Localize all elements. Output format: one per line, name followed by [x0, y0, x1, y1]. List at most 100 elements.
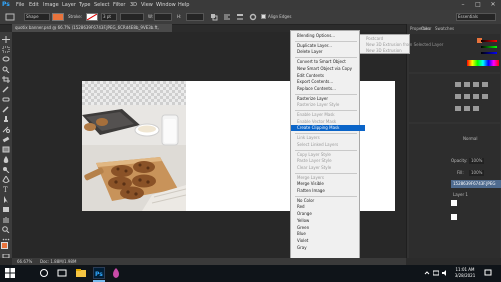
- context-menu-item-merge-layers[interactable]: Merge Layers: [297, 175, 359, 181]
- quick-mask-icon[interactable]: [2, 254, 10, 258]
- pen-tool-icon[interactable]: [2, 176, 10, 183]
- tray-chevron-icon[interactable]: [424, 270, 430, 276]
- tab-swatches[interactable]: Swatches: [435, 26, 454, 32]
- menu-3d[interactable]: 3D: [130, 0, 137, 10]
- context-menu-item-new-smart-object-via-copy[interactable]: New Smart Object via Copy: [297, 66, 359, 72]
- context-menu-item-paste-layer-style[interactable]: Paste Layer Style: [297, 158, 359, 164]
- windows-start-icon[interactable]: [4, 267, 16, 279]
- task-view-icon[interactable]: [56, 267, 68, 279]
- file-explorer-icon[interactable]: [75, 267, 87, 279]
- menu-view[interactable]: View: [141, 0, 153, 10]
- type-tool-icon[interactable]: T: [2, 186, 10, 193]
- app-icon[interactable]: [110, 267, 122, 279]
- notifications-icon[interactable]: [484, 269, 492, 277]
- path-selection-tool-icon[interactable]: [2, 196, 10, 203]
- stroke-type-dropdown[interactable]: [120, 13, 144, 21]
- context-menu-item-orange[interactable]: Orange: [297, 211, 359, 217]
- move-tool-icon[interactable]: [2, 36, 10, 43]
- cookies-photo[interactable]: [82, 105, 187, 211]
- context-menu-item-copy-layer-style[interactable]: Copy Layer Style: [297, 152, 359, 158]
- path-ops-icon[interactable]: [210, 13, 218, 21]
- context-menu-item-rasterize-layer[interactable]: Rasterize Layer: [297, 96, 359, 102]
- history-brush-tool-icon[interactable]: [2, 126, 10, 133]
- context-menu-item-gray[interactable]: Gray: [297, 245, 359, 251]
- context-menu-item-clear-layer-style[interactable]: Clear Layer Style: [297, 165, 359, 171]
- search-icon[interactable]: [38, 267, 50, 279]
- context-menu-item-blending-options[interactable]: Blending Options...: [297, 33, 359, 39]
- layer-thumbnail[interactable]: [451, 200, 457, 206]
- close-button[interactable]: ✕: [486, 0, 500, 10]
- document-tab[interactable]: quotix banner.psd @ 66.7% (1528639F6743F…: [12, 24, 172, 38]
- blend-mode-value[interactable]: Normal: [463, 136, 477, 142]
- eraser-tool-icon[interactable]: [2, 136, 10, 143]
- quick-select-tool-icon[interactable]: [2, 66, 10, 73]
- height-field[interactable]: [186, 13, 204, 21]
- context-menu-item-blue[interactable]: Blue: [297, 231, 359, 237]
- fill-field[interactable]: 100%: [469, 170, 485, 176]
- maximize-button[interactable]: □: [471, 0, 485, 10]
- menu-select[interactable]: Select: [94, 0, 109, 10]
- path-arrange-icon[interactable]: [236, 13, 244, 21]
- clone-stamp-tool-icon[interactable]: [2, 116, 10, 123]
- rectangle-tool-icon[interactable]: [2, 206, 10, 213]
- menu-help[interactable]: Help: [178, 0, 189, 10]
- clock-date[interactable]: 3/28/2021: [452, 273, 478, 279]
- blue-slider[interactable]: [481, 52, 497, 54]
- context-menu-item-yellow[interactable]: Yellow: [297, 218, 359, 224]
- network-icon[interactable]: [432, 270, 440, 276]
- menu-type[interactable]: Type: [79, 0, 90, 10]
- volume-icon[interactable]: [442, 270, 448, 276]
- healing-brush-tool-icon[interactable]: [2, 96, 10, 103]
- context-menu-item-enable-layer-mask[interactable]: Enable Layer Mask: [297, 112, 359, 118]
- stroke-swatch[interactable]: [86, 13, 98, 21]
- context-menu-item-enable-vector-mask[interactable]: Enable Vector Mask: [297, 119, 359, 125]
- context-menu-item-no-color[interactable]: No Color: [297, 198, 359, 204]
- context-menu-item-red[interactable]: Red: [297, 204, 359, 210]
- context-menu-item-select-linked-layers[interactable]: Select Linked Layers: [297, 142, 359, 148]
- path-align-icon[interactable]: [223, 13, 231, 21]
- align-edges-checkbox[interactable]: [261, 14, 266, 19]
- context-menu-item-export-contents[interactable]: Export Contents...: [297, 79, 359, 85]
- tab-color[interactable]: Color: [421, 26, 431, 32]
- opacity-field[interactable]: 100%: [469, 158, 485, 164]
- context-menu-item-duplicate-layer[interactable]: Duplicate Layer...: [297, 43, 359, 49]
- context-menu-item-flatten-image[interactable]: Flatten Image: [297, 188, 359, 194]
- hand-tool-icon[interactable]: [2, 216, 10, 223]
- color-spectrum[interactable]: [467, 60, 499, 66]
- context-menu-item-link-layers[interactable]: Link Layers: [297, 135, 359, 141]
- gradient-tool-icon[interactable]: [2, 146, 10, 153]
- lasso-tool-icon[interactable]: [2, 56, 10, 63]
- menu-file[interactable]: File: [16, 0, 24, 10]
- stroke-width-field[interactable]: 3 pt: [101, 13, 117, 21]
- brush-tool-icon[interactable]: [2, 106, 10, 113]
- context-menu-item-green[interactable]: Green: [297, 225, 359, 231]
- shape-tool-icon[interactable]: [4, 13, 16, 21]
- mode-dropdown[interactable]: Shape: [24, 13, 50, 21]
- context-menu-item-convert-to-smart-object[interactable]: Convert to Smart Object: [297, 59, 359, 65]
- dodge-tool-icon[interactable]: [2, 166, 10, 173]
- width-field[interactable]: [154, 13, 172, 21]
- adjustment-icons[interactable]: [455, 82, 495, 116]
- zoom-tool-icon[interactable]: [2, 226, 10, 233]
- red-slider[interactable]: [481, 40, 497, 42]
- gear-icon[interactable]: [249, 13, 257, 21]
- workspace-dropdown[interactable]: Essentials: [456, 13, 496, 21]
- marquee-tool-icon[interactable]: [2, 46, 10, 53]
- context-menu-item-edit-contents[interactable]: Edit Contents: [297, 73, 359, 79]
- green-slider[interactable]: [481, 46, 497, 48]
- blur-tool-icon[interactable]: [2, 156, 10, 163]
- menu-window[interactable]: Window: [156, 0, 176, 10]
- zoom-level[interactable]: 66.67%: [17, 258, 32, 265]
- context-menu-item-violet[interactable]: Violet: [297, 238, 359, 244]
- minimize-button[interactable]: –: [456, 0, 470, 10]
- menu-image[interactable]: Image: [43, 0, 59, 10]
- menu-edit[interactable]: Edit: [29, 0, 39, 10]
- crop-tool-icon[interactable]: [2, 76, 10, 83]
- fill-swatch[interactable]: [52, 13, 64, 21]
- foreground-color-swatch[interactable]: [1, 242, 8, 249]
- context-menu-item-rasterize-layer-style[interactable]: Rasterize Layer Style: [297, 102, 359, 108]
- menu-layer[interactable]: Layer: [62, 0, 76, 10]
- background-layer-thumbnail[interactable]: [451, 214, 457, 220]
- context-menu-item-create-clipping-mask[interactable]: Create Clipping Mask: [291, 125, 365, 132]
- context-menu-item-replace-contents[interactable]: Replace Contents...: [297, 86, 359, 92]
